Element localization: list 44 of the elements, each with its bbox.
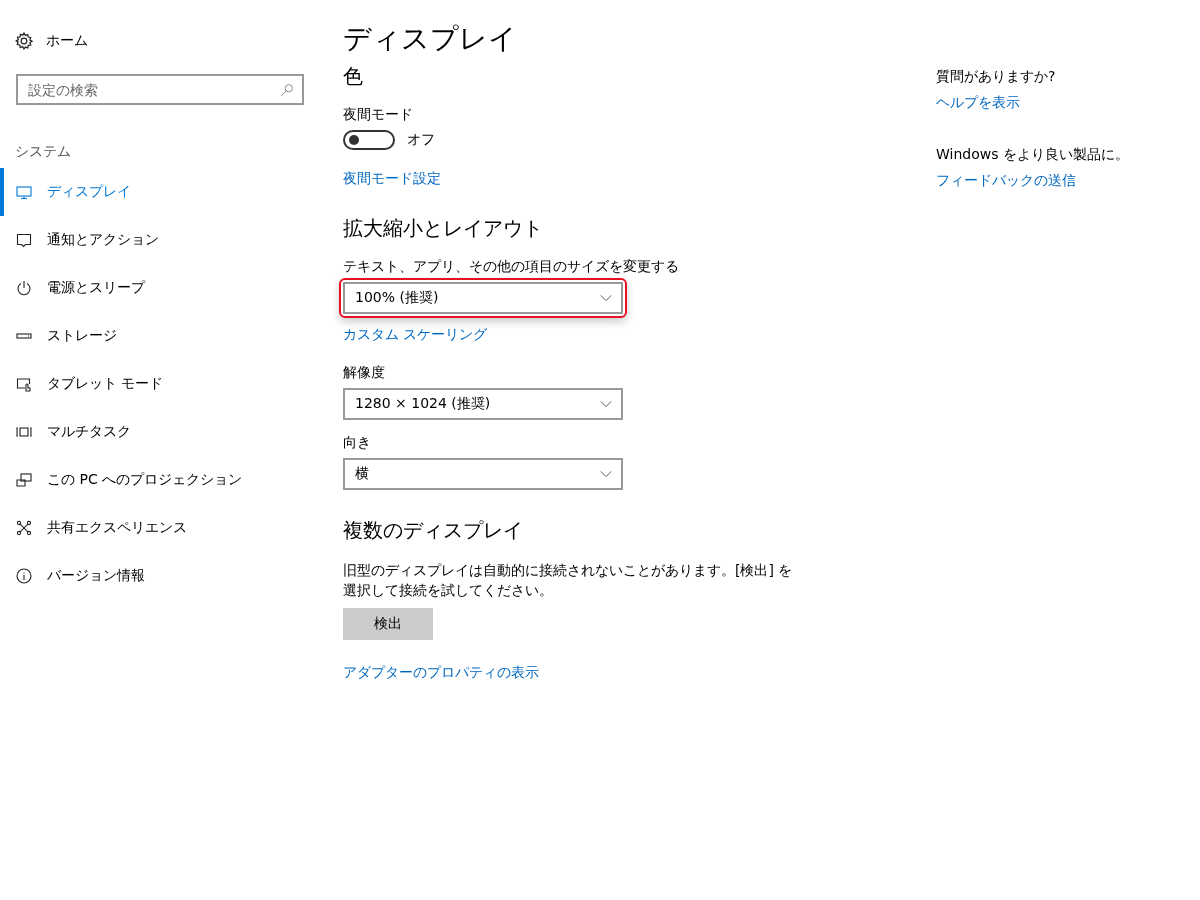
- description-text: 旧型のディスプレイは自動的に接続されないことがあります。[検出] を選択して接続を試してください。: [343, 561, 793, 600]
- sidebar-item[interactable]: 共有エクスペリエンス: [0, 504, 320, 552]
- sidebar-item[interactable]: タブレット モード: [0, 360, 320, 408]
- info-icon: [16, 568, 32, 584]
- monitor-icon: [16, 184, 32, 200]
- sidebar-item[interactable]: 電源とスリープ: [0, 264, 320, 312]
- link[interactable]: 夜間モード設定: [343, 170, 441, 188]
- sidebar-item[interactable]: バージョン情報: [0, 552, 320, 600]
- dropdown-label: テキスト、アプリ、その他の項目のサイズを変更する: [343, 258, 679, 276]
- tablet-icon: [16, 376, 32, 392]
- sidebar-item[interactable]: ディスプレイ: [0, 168, 320, 216]
- toggle-switch[interactable]: [343, 130, 395, 150]
- link[interactable]: ヘルプを表示: [936, 94, 1020, 112]
- power-icon: [16, 280, 32, 296]
- toggle-label: 夜間モード: [343, 106, 413, 124]
- link[interactable]: カスタム スケーリング: [343, 326, 488, 344]
- section-heading: 複数のディスプレイ: [343, 517, 524, 544]
- section-heading: 拡大縮小とレイアウト: [343, 215, 544, 242]
- multitask-icon: [16, 424, 32, 440]
- page-title: ディスプレイ: [343, 21, 518, 57]
- dropdown-label: 解像度: [343, 364, 385, 382]
- share-nodes-icon: [16, 520, 32, 536]
- dropdown[interactable]: 1280 × 1024 (推奨): [343, 388, 623, 420]
- dropdown-label: 向き: [343, 434, 371, 452]
- sidebar-item[interactable]: マルチタスク: [0, 408, 320, 456]
- section-label: システム: [15, 143, 71, 161]
- search-icon: [280, 83, 294, 97]
- dropdown[interactable]: 100% (推奨): [343, 282, 623, 314]
- sidebar-item[interactable]: 通知とアクション: [0, 216, 320, 264]
- sidebar-item[interactable]: ストレージ: [0, 312, 320, 360]
- section-heading: 色: [343, 63, 364, 90]
- aside-heading: 質問がありますか?: [936, 68, 1056, 86]
- gear-icon: [15, 32, 33, 50]
- search-field[interactable]: 設定の検索: [16, 74, 304, 105]
- aside-heading: Windows をより良い製品に。: [936, 146, 1129, 164]
- detect-button[interactable]: 検出: [343, 608, 433, 640]
- link[interactable]: アダプターのプロパティの表示: [343, 664, 539, 682]
- sidebar-item[interactable]: この PC へのプロジェクション: [0, 456, 320, 504]
- dropdown[interactable]: 横: [343, 458, 623, 490]
- home-link[interactable]: ホーム: [15, 28, 88, 54]
- speech-bubble-icon: [16, 232, 32, 248]
- toggle-state: オフ: [407, 131, 435, 149]
- link[interactable]: フィードバックの送信: [936, 172, 1076, 190]
- projection-icon: [16, 472, 32, 488]
